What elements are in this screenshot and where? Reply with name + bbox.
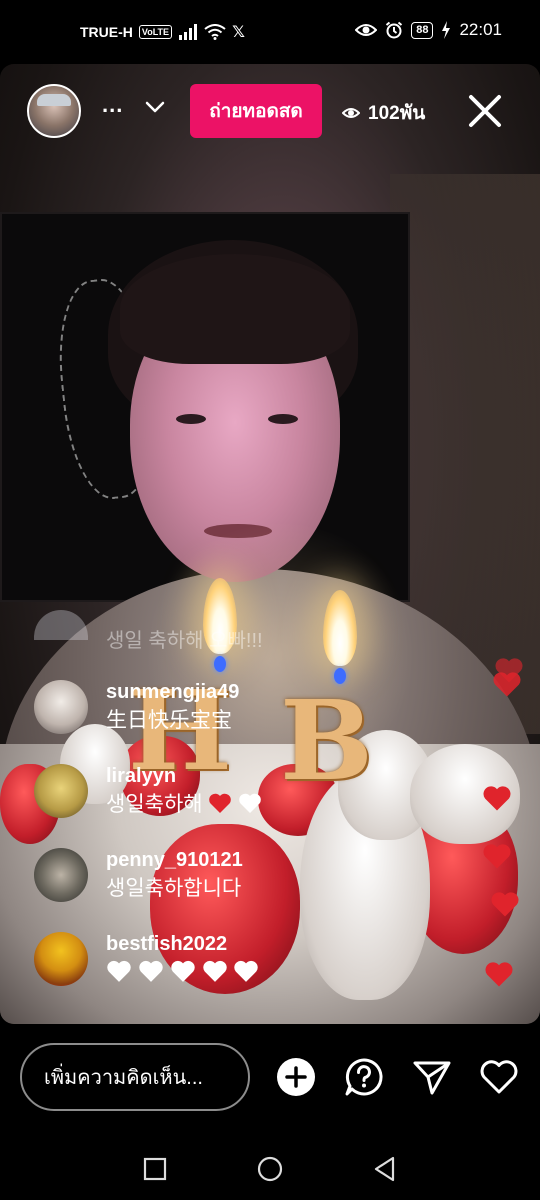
carrier-label: TRUE-H: [80, 24, 133, 40]
flame-base: [334, 668, 346, 684]
white-heart-icon: [170, 960, 195, 982]
comment-text: 生日快乐宝宝: [106, 709, 232, 732]
comment-item: sunmengjia49 生日快乐宝宝: [34, 680, 239, 736]
status-right: 88 22:01: [355, 20, 502, 40]
host-avatar[interactable]: [27, 84, 81, 138]
comment-avatar[interactable]: [34, 764, 88, 818]
comment-faded: 생일 축하해 오빠!!!: [106, 630, 263, 652]
status-left: TRUE-H VoLTE 𝕏: [80, 22, 245, 42]
host-fringe: [120, 254, 350, 364]
host-name-truncated[interactable]: ...: [102, 92, 123, 118]
comment-username[interactable]: penny_910121: [106, 848, 243, 872]
flame-base: [214, 656, 226, 672]
battery-indicator: 88: [411, 21, 434, 39]
floating-heart-icon: [491, 892, 519, 917]
viewer-count-label: 102พัน: [368, 103, 426, 124]
clock: 22:01: [459, 20, 502, 39]
viewer-count: 102พัน: [342, 98, 425, 128]
comment-item: bestfish2022: [34, 932, 259, 988]
candle-letter-b: B: [280, 676, 373, 805]
volte-badge: VoLTE: [138, 25, 173, 39]
eye-icon: [355, 24, 378, 36]
comment-text: 생일축하합니다: [106, 877, 242, 900]
eye-icon: [342, 108, 360, 118]
x-logo-icon: 𝕏: [232, 24, 245, 41]
chevron-down-icon[interactable]: [144, 96, 166, 118]
white-heart-icon: [202, 960, 227, 982]
alarm-icon: [386, 21, 403, 39]
white-heart-icon: [107, 960, 131, 982]
comment-text: 생일축하해: [106, 790, 262, 820]
heart-icon[interactable]: [479, 1057, 519, 1097]
close-icon[interactable]: [466, 92, 504, 130]
comment-text-label: 생일축하해: [106, 793, 203, 816]
question-icon[interactable]: [344, 1057, 384, 1097]
send-icon[interactable]: [412, 1057, 452, 1097]
comment-input[interactable]: เพิ่มความคิดเห็น...: [20, 1043, 250, 1111]
comment-avatar[interactable]: [34, 932, 88, 986]
comment-avatar[interactable]: [34, 848, 88, 902]
comment-avatar[interactable]: [34, 680, 88, 734]
floating-heart-icon: [485, 962, 513, 987]
comment-item: penny_910121 생일축하합니다: [34, 848, 243, 904]
comment-username[interactable]: bestfish2022: [106, 932, 259, 956]
white-heart-icon: [139, 960, 163, 982]
floating-heart-icon: [483, 844, 511, 869]
nav-recents-icon[interactable]: [142, 1156, 168, 1182]
add-icon[interactable]: [276, 1057, 316, 1097]
floating-heart-icon: [493, 672, 521, 697]
wifi-icon: [204, 24, 226, 40]
floating-heart-icon: [483, 786, 511, 811]
comment-username[interactable]: liralyyn: [106, 764, 262, 788]
charging-icon: [442, 21, 451, 39]
nav-home-icon[interactable]: [257, 1156, 283, 1182]
status-bar: TRUE-H VoLTE 𝕏 88 22:01: [0, 0, 540, 66]
comment-text: [106, 958, 259, 988]
navigation-bar: [0, 1130, 540, 1200]
host-eye-right: [268, 414, 298, 424]
comment-username[interactable]: sunmengjia49: [106, 680, 239, 704]
signal-icon: [179, 24, 198, 40]
live-header: ... ถ่ายทอดสด 102พัน: [0, 82, 540, 138]
red-heart-icon: [209, 793, 232, 813]
host-eye-left: [176, 414, 206, 424]
nav-back-icon[interactable]: [372, 1156, 398, 1182]
comment-item: liralyyn 생일축하해: [34, 764, 262, 820]
white-heart-icon: [234, 960, 259, 982]
white-heart-icon: [239, 793, 262, 813]
live-badge: ถ่ายทอดสด: [190, 84, 322, 138]
